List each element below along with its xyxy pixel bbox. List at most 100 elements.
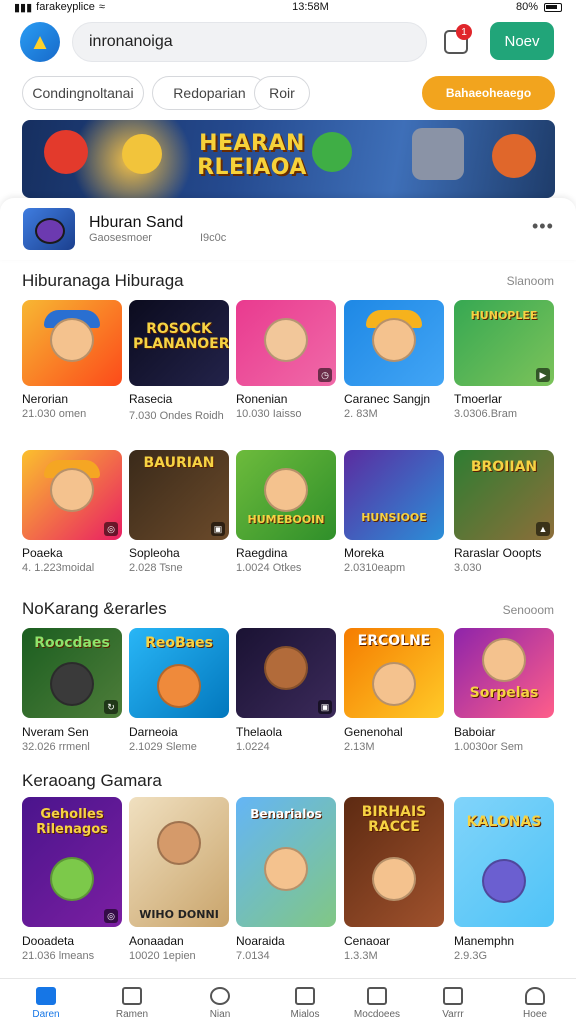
nav-item-search[interactable]: Nian xyxy=(179,979,261,1024)
game-title: Cenaoar xyxy=(344,934,391,948)
game-tile[interactable]: BIRHAIS RACCE xyxy=(344,797,444,927)
game-tile[interactable]: Geholles Rilenagos ◎ xyxy=(22,797,122,927)
cta-button[interactable]: Bahaeoheaego xyxy=(422,76,555,110)
game-meta: 7.0134 xyxy=(236,950,270,962)
battery-percent: 80% xyxy=(515,1,538,13)
game-meta: 10020 1epien xyxy=(129,950,196,962)
tile-logo-text: ReoBaes xyxy=(145,635,213,651)
tile-art-face xyxy=(264,468,308,512)
tile-art-face xyxy=(50,318,94,362)
game-meta: 1.0224 xyxy=(236,741,270,753)
clock: 13:58M xyxy=(292,1,329,13)
tile-badge-icon: ↻ xyxy=(104,700,118,714)
tile-art-face xyxy=(372,318,416,362)
game-title: Sopleoha xyxy=(129,546,180,560)
game-tile[interactable]: BAURIAN ▣ xyxy=(129,450,229,540)
tile-art-face xyxy=(264,318,308,362)
game-meta: 2.1029 Sleme xyxy=(129,741,197,753)
game-tile[interactable]: ◎ xyxy=(22,450,122,540)
nav-item-home[interactable]: Daren xyxy=(5,979,87,1024)
game-tile[interactable]: HUNSIOOE xyxy=(344,450,444,540)
nav-label: Ramen xyxy=(115,1009,149,1020)
featured-app-icon xyxy=(23,208,75,250)
tile-art-face xyxy=(157,821,201,865)
banner-title: HEARAN RLEIAOA xyxy=(197,131,307,180)
game-tile[interactable]: BROIIAN ▲ xyxy=(454,450,554,540)
game-tile[interactable] xyxy=(344,300,444,386)
nav-label: Varrr xyxy=(442,1009,464,1020)
section-more-2[interactable]: Senooom xyxy=(503,603,554,617)
tile-art-face xyxy=(50,468,94,512)
tile-badge-icon: ▶ xyxy=(536,368,550,382)
tile-art-face xyxy=(482,638,526,682)
game-title: Nveram Sen xyxy=(22,725,89,739)
nav-item-6[interactable]: Varrr xyxy=(412,979,494,1024)
battery-icon xyxy=(544,2,562,12)
tile-art-face xyxy=(50,662,94,706)
search-input[interactable]: inronanoiga xyxy=(72,22,427,62)
game-title: Moreka xyxy=(344,546,385,560)
game-tile[interactable] xyxy=(22,300,122,386)
tile-logo-text: HUMEBOOIN xyxy=(247,513,325,526)
nav-item-5[interactable]: Mocdoees xyxy=(336,979,418,1024)
game-tile[interactable]: HUMEBOOIN xyxy=(236,450,336,540)
game-title: Raraslar Ooopts xyxy=(454,546,542,560)
new-button[interactable]: Noev xyxy=(490,22,554,60)
banner-character-2 xyxy=(122,134,162,174)
tile-art-face xyxy=(50,857,94,901)
game-title: Darneoia xyxy=(129,725,178,739)
featured-app-card[interactable]: Hburan Sand Gaosesmoer I9c0c ••• xyxy=(0,198,576,260)
tile-badge-icon: ▣ xyxy=(318,700,332,714)
game-meta: 2.13M xyxy=(344,741,375,753)
home-outline-icon xyxy=(122,987,142,1005)
game-tile[interactable]: HUNOPLEE ▶ xyxy=(454,300,554,386)
game-title: Ronenian xyxy=(236,392,288,406)
tile-art-face xyxy=(372,857,416,901)
game-tile[interactable]: ROSOCK PLANANOER xyxy=(129,300,229,386)
more-options-icon[interactable]: ••• xyxy=(532,216,554,237)
banner-character-5 xyxy=(492,134,536,178)
nav-item-2[interactable]: Ramen xyxy=(91,979,173,1024)
game-tile[interactable]: ◷ xyxy=(236,300,336,386)
game-tile[interactable]: WIHO DONNI xyxy=(129,797,229,927)
game-tile[interactable]: ReoBaes xyxy=(129,628,229,718)
game-title: Raegdina xyxy=(236,546,288,560)
game-title: Aonaadan xyxy=(129,934,184,948)
section-title-3: Keraoang Gamara xyxy=(22,771,162,790)
game-tile[interactable]: Roocdaes ↻ xyxy=(22,628,122,718)
nav-item-4[interactable]: Mialos xyxy=(264,979,346,1024)
game-title: Dooadeta xyxy=(22,934,75,948)
section-more-1[interactable]: Slanoom xyxy=(507,274,554,288)
tile-logo-text: HUNSIOOE xyxy=(361,511,427,524)
game-tile[interactable]: ERCOLNE xyxy=(344,628,444,718)
game-tile[interactable]: ▣ xyxy=(236,628,336,718)
game-meta: 21.030 omen xyxy=(22,408,87,420)
nav-item-profile[interactable]: Hoee xyxy=(494,979,576,1024)
section-title-2: NoKarang &erarles xyxy=(22,599,167,618)
chip-filter-2[interactable]: Redoparian xyxy=(152,76,267,110)
tile-logo-text: BAURIAN xyxy=(143,455,215,471)
game-tile[interactable]: Benarialos xyxy=(236,797,336,927)
nav-label: Mialos xyxy=(290,1009,320,1020)
app-logo[interactable]: ▲ xyxy=(20,22,60,62)
section-title-1: Hiburanaga Hiburaga xyxy=(22,271,184,290)
game-meta: 2.0310eapm xyxy=(344,562,406,574)
game-meta: 1.0030or Sem xyxy=(454,741,524,753)
nav-label: Mocdoees xyxy=(353,1009,401,1020)
game-title: Genenohal xyxy=(344,725,403,739)
chip-filter-1[interactable]: Condingnoltanai xyxy=(22,76,144,110)
promo-banner[interactable]: HEARAN RLEIAOA xyxy=(22,120,555,198)
game-tile[interactable]: KALONAS xyxy=(454,797,554,927)
game-title: Rasecia xyxy=(129,392,173,406)
tile-badge-icon: ▣ xyxy=(211,522,225,536)
chip-filter-3[interactable]: Roir xyxy=(254,76,310,110)
wifi-icon: ≈ xyxy=(98,1,105,13)
notification-badge: 1 xyxy=(456,24,472,40)
status-bar: ▮▮▮ farakeyplice ≈ 13:58M 80% xyxy=(0,0,576,14)
game-title: Caranec Sangjn xyxy=(344,392,431,406)
game-meta: 3.0306.Bram xyxy=(454,408,517,420)
game-tile[interactable]: Sorpelas xyxy=(454,628,554,718)
tile-logo-text: HUNOPLEE xyxy=(470,309,538,322)
mail-icon xyxy=(443,987,463,1005)
media-icon xyxy=(295,987,315,1005)
